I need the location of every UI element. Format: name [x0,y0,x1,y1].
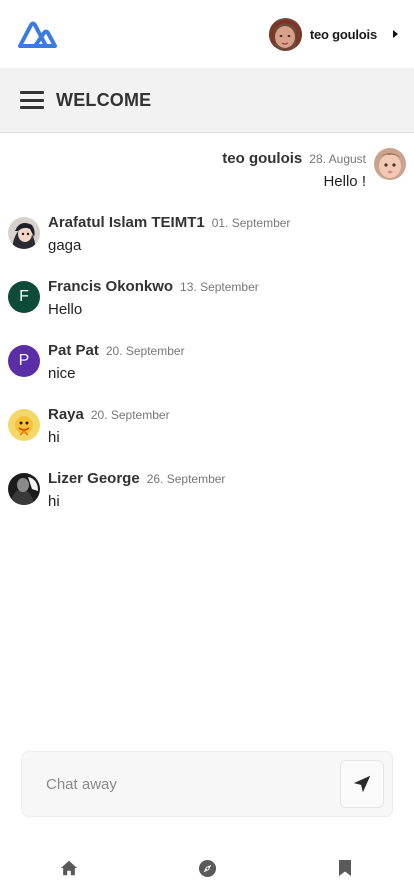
chat-composer [21,751,393,817]
message-text: gaga [48,237,82,254]
message-date: 26. September [146,472,226,486]
message-author: Lizer George [48,470,140,487]
message-date: 20. September [105,344,185,358]
message-date: 13. September [180,280,259,294]
avatar [8,473,40,505]
send-icon [353,775,371,793]
message-text: nice [48,365,76,382]
avatar [374,148,406,180]
message-author: Francis Okonkwo [48,278,174,295]
message-date: 20. September [90,408,170,422]
message-date: 28. August [309,152,366,166]
message-item: Lizer George 26. September hi [8,463,406,519]
hamburger-menu-icon[interactable] [20,91,44,109]
message-item: teo goulois 28. August Hello ! [8,143,406,199]
message-item: Raya 20. September hi [8,399,406,455]
message-text: Hello [48,301,83,318]
avatar [8,217,40,249]
avatar-letter: F [19,288,29,305]
message-author: Arafatul Islam TEIMT1 [48,214,205,231]
avatar: F [8,281,40,313]
message-item: F Francis Okonkwo 13. September Hello [8,271,406,327]
home-icon [60,860,78,876]
nav-home-button[interactable] [49,850,89,886]
bottom-nav [0,840,414,896]
message-text: Hello ! [323,173,366,190]
avatar [8,409,40,441]
message-text: hi [48,493,60,510]
message-date: 01. September [211,216,291,230]
user-avatar [268,17,302,51]
send-button[interactable] [340,760,384,808]
message-author: teo goulois [222,150,303,167]
page-title: WELCOME [56,89,152,110]
top-bar: teo goulois [0,0,414,68]
avatar: P [8,345,40,377]
bookmark-icon [339,860,351,876]
message-author: Raya [48,406,84,423]
page-header: WELCOME [0,68,414,133]
app-logo[interactable] [16,19,58,49]
user-menu[interactable]: teo goulois [268,17,398,51]
message-item: P Pat Pat 20. September nice [8,335,406,391]
chat-input[interactable] [46,775,340,793]
message-text: hi [48,429,60,446]
nav-explore-button[interactable] [187,850,227,886]
caret-right-icon [393,30,398,38]
message-author: Pat Pat [48,342,99,359]
avatar-letter: P [18,352,30,369]
nav-bookmarks-button[interactable] [325,850,365,886]
message-item: Arafatul Islam TEIMT1 01. September gaga [8,207,406,263]
user-name: teo goulois [309,26,377,42]
compass-icon [198,859,216,877]
